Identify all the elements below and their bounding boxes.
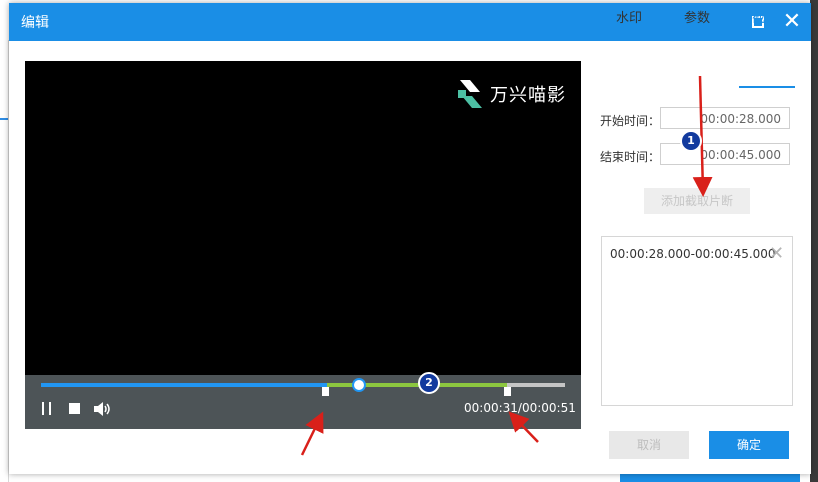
arrow-to-end-marker	[508, 411, 539, 443]
arrow-to-start-marker	[300, 411, 324, 456]
annotation-badge-2: 2	[418, 372, 440, 394]
annotation-arrows	[300, 75, 713, 456]
annotation-badge-1: 1	[680, 130, 702, 152]
arrow-to-add-button	[692, 75, 713, 197]
